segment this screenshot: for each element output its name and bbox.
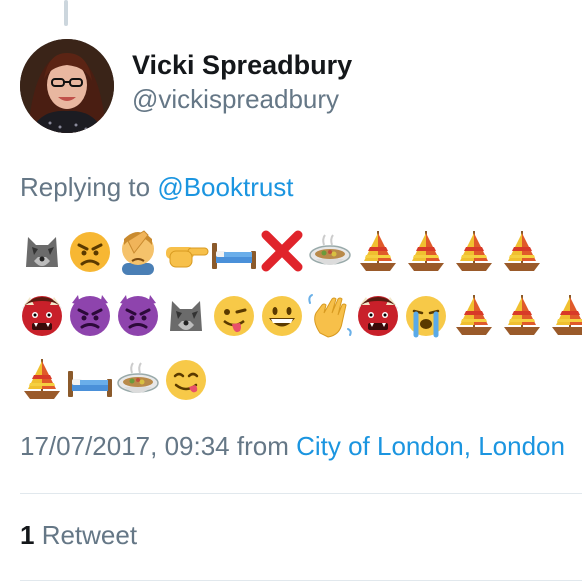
emoji-row: [18, 352, 578, 406]
sailboat-icon: [498, 227, 546, 275]
sailboat-icon: [546, 291, 582, 339]
stew-icon: [306, 227, 354, 275]
crying-face-icon: [402, 291, 450, 339]
yum-face-icon: [162, 355, 210, 403]
tweet-author[interactable]: Vicki Spreadbury @vickispreadbury: [132, 48, 352, 116]
avatar[interactable]: [20, 39, 114, 133]
sailboat-icon: [498, 291, 546, 339]
stew-icon: [114, 355, 162, 403]
tweet-body: [18, 224, 582, 416]
sailboat-icon: [18, 355, 66, 403]
divider: [20, 580, 582, 581]
pointing-right-icon: [162, 227, 210, 275]
retweet-label: Retweet: [34, 520, 138, 550]
waving-hand-icon: [306, 291, 354, 339]
retweet-count: 1: [20, 520, 35, 550]
retweet-stats[interactable]: 1 Retweet: [20, 520, 137, 551]
replying-mention-link[interactable]: @Booktrust: [157, 172, 293, 202]
sailboat-icon: [450, 291, 498, 339]
cross-mark-icon: [258, 227, 306, 275]
from-word: from: [229, 431, 297, 461]
wolf-icon: [162, 291, 210, 339]
author-handle[interactable]: @vickispreadbury: [132, 82, 352, 116]
imp-icon: [114, 291, 162, 339]
emoji-row: [18, 224, 578, 278]
sailboat-icon: [402, 227, 450, 275]
sailboat-icon: [450, 227, 498, 275]
winking-tongue-icon: [210, 291, 258, 339]
author-display-name[interactable]: Vicki Spreadbury: [132, 48, 352, 82]
location-link[interactable]: City of London, London: [296, 431, 565, 461]
ogre-icon: [18, 291, 66, 339]
grinning-face-icon: [258, 291, 306, 339]
bed-icon: [210, 227, 258, 275]
timestamp-text[interactable]: 17/07/2017, 09:34: [20, 431, 230, 461]
angry-face-icon: [66, 227, 114, 275]
imp-icon: [66, 291, 114, 339]
emoji-row: [18, 288, 582, 342]
thread-connector: [64, 0, 68, 26]
divider: [20, 493, 582, 494]
bed-icon: [66, 355, 114, 403]
face-palm-icon: [114, 227, 162, 275]
avatar-photo: [20, 39, 114, 133]
wolf-icon: [18, 227, 66, 275]
replying-to: Replying to @Booktrust: [20, 172, 294, 203]
ogre-icon: [354, 291, 402, 339]
replying-prefix: Replying to: [20, 172, 158, 202]
tweet-timestamp: 17/07/2017, 09:34 from City of London, L…: [20, 431, 582, 462]
sailboat-icon: [354, 227, 402, 275]
